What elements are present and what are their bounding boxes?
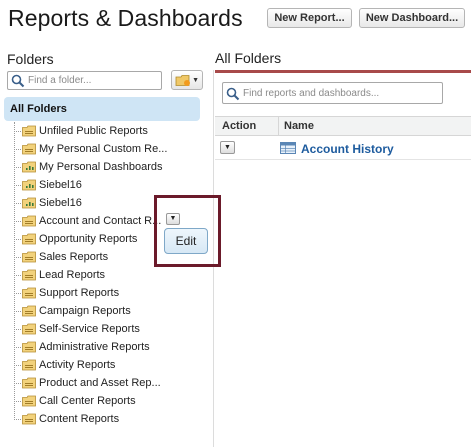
tree-connector <box>14 418 21 420</box>
sidebar-folder-item[interactable]: Call Center Reports <box>14 392 136 410</box>
folder-menu-dropdown-icon[interactable]: ▼ <box>166 213 180 225</box>
folder-label: Sales Reports <box>39 251 109 263</box>
report-folder-icon <box>22 233 36 245</box>
sidebar-folder-item[interactable]: Sales Reports <box>14 248 108 266</box>
sidebar-folder-item[interactable]: Product and Asset Rep... <box>14 374 161 392</box>
tree-connector <box>14 364 21 366</box>
sidebar-folder-item[interactable]: Content Reports <box>14 410 119 428</box>
tree-connector <box>14 238 21 240</box>
tree-connector <box>14 274 21 276</box>
folder-label: Unfiled Public Reports <box>39 125 148 137</box>
folder-label: Opportunity Reports <box>39 233 138 245</box>
tree-connector <box>14 184 21 186</box>
search-icon <box>11 74 25 88</box>
folder-label: Siebel16 <box>39 179 82 191</box>
sidebar-folder-item[interactable]: Self-Service Reports <box>14 320 140 338</box>
report-folder-icon <box>22 323 36 335</box>
sidebar-folder-item[interactable]: Unfiled Public Reports <box>14 122 148 140</box>
report-folder-icon <box>22 359 36 371</box>
folder-label: Lead Reports <box>39 269 106 281</box>
tree-connector <box>14 292 21 294</box>
report-folder-icon <box>22 377 36 389</box>
column-header-action[interactable]: Action <box>222 120 256 132</box>
folder-label: Call Center Reports <box>39 395 136 407</box>
sidebar-item-all-folders[interactable]: All Folders <box>4 97 200 121</box>
sidebar-folder-item[interactable]: Activity Reports <box>14 356 115 374</box>
folder-label: Product and Asset Rep... <box>39 377 161 389</box>
tree-connector <box>14 130 21 132</box>
sidebar-folder-item[interactable]: Campaign Reports <box>14 302 131 320</box>
edit-menu-item[interactable]: Edit <box>164 228 208 254</box>
chevron-down-icon: ▼ <box>192 77 199 84</box>
report-search-input[interactable] <box>243 83 440 103</box>
folder-label: My Personal Custom Re... <box>39 143 168 155</box>
report-folder-icon <box>22 341 36 353</box>
report-folder-icon <box>22 287 36 299</box>
folder-search-input[interactable] <box>28 72 159 89</box>
folder-label: Content Reports <box>39 413 120 425</box>
report-folder-icon <box>22 251 36 263</box>
table-row-divider <box>215 159 471 160</box>
report-search-box[interactable] <box>222 82 443 104</box>
report-folder-icon <box>22 305 36 317</box>
table-header: Action Name <box>215 116 471 136</box>
tree-connector <box>14 400 21 402</box>
sidebar-folder-item[interactable]: Account and Contact R... <box>14 212 161 230</box>
folders-heading: Folders <box>7 51 54 67</box>
report-folder-icon <box>22 143 36 155</box>
row-action-dropdown[interactable]: ▼ <box>220 141 235 154</box>
report-folder-icon <box>22 125 36 137</box>
folder-label: Siebel16 <box>39 197 82 209</box>
tree-connector <box>14 346 21 348</box>
folder-label: Self-Service Reports <box>39 323 140 335</box>
folder-label: Campaign Reports <box>39 305 131 317</box>
new-dashboard-button[interactable]: New Dashboard... <box>359 8 465 28</box>
report-folder-icon <box>22 269 36 281</box>
report-folder-icon <box>22 215 36 227</box>
page-title: Reports & Dashboards <box>8 5 243 31</box>
tree-connector <box>14 256 21 258</box>
column-divider <box>278 117 279 136</box>
sidebar-folder-item[interactable]: Lead Reports <box>14 266 105 284</box>
dashboard-folder-icon <box>22 161 36 173</box>
dashboard-folder-icon <box>22 197 36 209</box>
sidebar-folder-item[interactable]: Siebel16 <box>14 194 82 212</box>
sidebar-folder-item[interactable]: Administrative Reports <box>14 338 150 356</box>
tree-connector <box>14 310 21 312</box>
tree-connector <box>14 328 21 330</box>
search-icon <box>226 87 240 101</box>
folder-label: Administrative Reports <box>39 341 150 353</box>
new-folder-icon <box>175 75 190 86</box>
report-folder-icon <box>22 413 36 425</box>
new-report-button[interactable]: New Report... <box>267 8 352 28</box>
folder-label: My Personal Dashboards <box>39 161 163 173</box>
sidebar-folder-item[interactable]: My Personal Dashboards <box>14 158 163 176</box>
report-folder-icon <box>22 395 36 407</box>
sidebar-folder-item[interactable]: My Personal Custom Re... <box>14 140 167 158</box>
all-folders-heading: All Folders <box>215 50 282 66</box>
column-header-name[interactable]: Name <box>284 120 314 132</box>
folder-label: Support Reports <box>39 287 120 299</box>
sidebar-folder-item[interactable]: Support Reports <box>14 284 119 302</box>
sidebar-folder-item[interactable]: Siebel16 <box>14 176 82 194</box>
tree-connector <box>14 202 21 204</box>
tree-connector <box>14 148 21 150</box>
folder-actions-button[interactable]: ▼ <box>171 70 203 90</box>
report-icon <box>280 142 296 154</box>
tree-connector <box>14 166 21 168</box>
dashboard-folder-icon <box>22 179 36 191</box>
sidebar-folder-item[interactable]: Opportunity Reports <box>14 230 137 248</box>
folder-search-box[interactable] <box>7 71 162 90</box>
report-link-account-history[interactable]: Account History <box>301 142 394 156</box>
tree-connector <box>14 220 21 222</box>
tree-connector <box>14 382 21 384</box>
folder-label: Account and Contact R... <box>39 215 162 227</box>
folder-label: Activity Reports <box>39 359 116 371</box>
